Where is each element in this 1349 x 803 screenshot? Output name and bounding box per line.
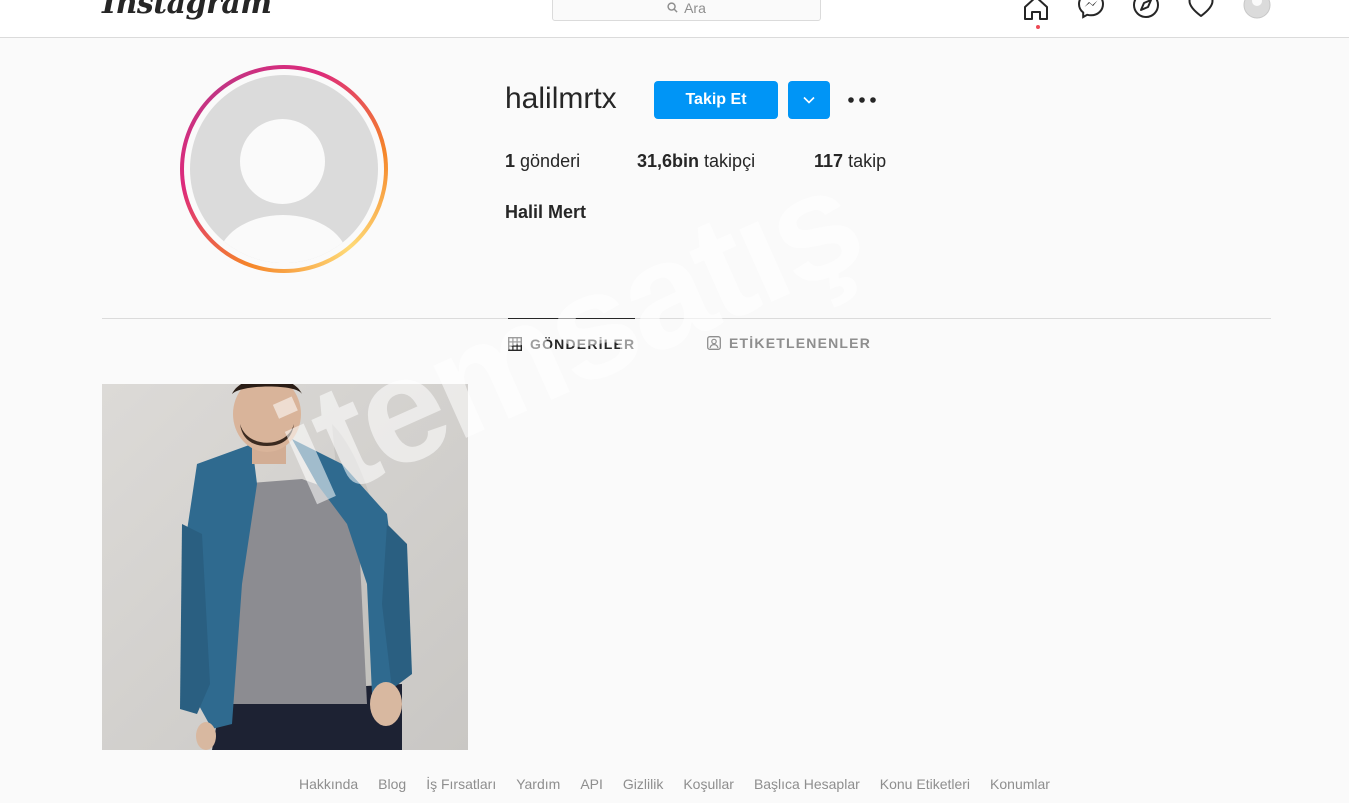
profile-avatar-icon[interactable] [1242,0,1272,20]
posts-label: gönderi [520,151,581,171]
tab-tagged-label: ETİKETLENENLER [729,335,872,351]
default-avatar-icon [190,75,378,263]
search-placeholder: Ara [684,0,706,16]
top-navigation-bar: Instagram Ara [0,0,1349,38]
footer-link-blog[interactable]: Blog [378,776,406,792]
footer-link-terms[interactable]: Koşullar [683,776,734,792]
footer-link-jobs[interactable]: İş Fırsatları [426,776,496,792]
profile-full-name: Halil Mert [505,202,587,222]
following-count: 117 [814,151,844,171]
following-label: takip [848,151,887,171]
suggestions-dropdown-button[interactable] [788,81,830,119]
tab-tagged[interactable]: ETİKETLENENLER [707,318,871,368]
messenger-icon[interactable] [1076,0,1106,20]
profile-username: halilmrtx [505,82,617,115]
explore-icon[interactable] [1131,0,1161,20]
tab-posts[interactable]: GÖNDERİLER [508,318,636,368]
footer-link-privacy[interactable]: Gizlilik [623,776,663,792]
instagram-logo[interactable]: Instagram [102,0,272,21]
search-icon [667,2,678,13]
grid-icon [508,336,522,351]
follow-button[interactable]: Takip Et [654,81,778,119]
footer-link-top-accounts[interactable]: Başlıca Hesaplar [754,776,860,792]
tabs-divider [102,318,1271,319]
post-thumbnail[interactable] [102,384,468,750]
chevron-down-icon [803,96,815,104]
followers-stat[interactable]: 31,6bin takipçi [637,151,755,172]
tagged-person-icon [707,336,721,350]
following-stat[interactable]: 117 takip [814,151,886,172]
posts-stat: 1 gönderi [505,151,580,172]
ellipsis-icon [848,97,876,103]
more-options-button[interactable] [846,86,878,114]
followers-label: takipçi [704,151,756,171]
tab-posts-label: GÖNDERİLER [530,335,636,352]
heart-icon[interactable] [1186,0,1216,20]
footer-link-about[interactable]: Hakkında [299,776,358,792]
profile-picture[interactable] [180,65,388,273]
footer-link-help[interactable]: Yardım [516,776,560,792]
home-icon[interactable] [1021,0,1051,22]
footer-link-api[interactable]: API [580,776,603,792]
post-photo [102,384,468,750]
followers-count: 31,6bin [637,151,700,171]
search-input[interactable]: Ara [552,0,821,21]
footer-link-locations[interactable]: Konumlar [990,776,1050,792]
notification-dot [1036,25,1040,29]
footer-links: Hakkında Blog İş Fırsatları Yardım API G… [0,776,1349,792]
posts-count: 1 [505,151,516,171]
footer-link-hashtags[interactable]: Konu Etiketleri [880,776,970,792]
